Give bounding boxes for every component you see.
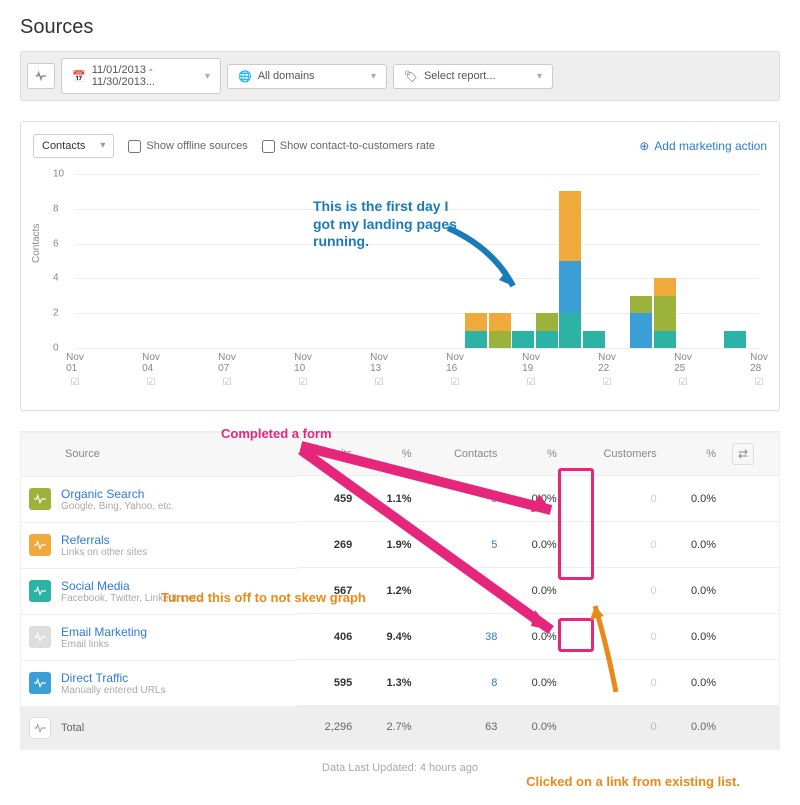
date-range-picker[interactable]: 📅 11/01/2013 - 11/30/2013... ▾ [61,58,221,94]
chevron-down-icon: ▾ [205,71,210,82]
globe-icon: 🌐 [238,70,252,83]
calendar-icon: 📅 [72,70,86,83]
x-axis: Nov01Nov04Nov07Nov10Nov13Nov16Nov19Nov22… [75,352,759,388]
chevron-down-icon: ▾ [371,71,376,82]
chart-panel: Contacts Show offline sources Show conta… [20,121,780,411]
page-title: Sources [20,16,780,39]
table-row[interactable]: ReferralsLinks on other sites2691.9%50.0… [21,522,779,568]
table-row[interactable]: Organic SearchGoogle, Bing, Yahoo, etc.4… [21,476,779,522]
annotation-blue: This is the first day I got my landing p… [313,198,463,251]
highlight-box-1 [558,468,594,580]
annotation-skew: Turned this off to not skew graph [161,590,366,605]
show-c2c-checkbox[interactable]: Show contact-to-customers rate [262,140,435,153]
total-row: Total2,2962.7%630.0%00.0% [21,706,779,749]
table-row[interactable]: Email MarketingEmail links4069.4%380.0%0… [21,614,779,660]
add-marketing-action[interactable]: ⊕ Add marketing action [639,139,767,153]
source-name[interactable]: Organic Search [61,487,174,501]
source-name[interactable]: Email Marketing [61,625,147,639]
annotation-form: Completed a form [221,426,332,441]
chevron-down-icon: ▾ [537,71,542,82]
table-row[interactable]: Social MediaFacebook, Twitter, LinkedIn,… [21,568,779,614]
show-offline-checkbox[interactable]: Show offline sources [128,140,247,153]
metric-select[interactable]: Contacts [33,134,114,158]
source-name[interactable]: Direct Traffic [61,671,166,685]
plus-icon: ⊕ [639,139,649,153]
domain-picker[interactable]: 🌐 All domains ▾ [227,64,387,89]
filter-toolbar: 📅 11/01/2013 - 11/30/2013... ▾ 🌐 All dom… [20,51,780,101]
table-row[interactable]: Direct TrafficManually entered URLs5951.… [21,660,779,706]
tag-icon: 🏷 [404,70,418,83]
table-settings-button[interactable]: ⇄ [732,443,754,465]
report-picker[interactable]: 🏷 Select report... ▾ [393,64,553,89]
report-label: Select report... [424,70,496,82]
sources-table: Completed a form SourceVisits%Contacts%C… [20,431,780,750]
source-name[interactable]: Referrals [61,533,147,547]
annotation-clicked-link: Clicked on a link from existing list. [20,774,740,789]
domain-label: All domains [258,70,315,82]
date-range-label: 11/01/2013 - 11/30/2013... [92,64,199,88]
pulse-icon[interactable] [27,63,55,89]
y-axis-label: Contacts [31,224,42,263]
highlight-box-2 [558,618,594,652]
contacts-chart: Contacts 0246810 Nov01Nov04Nov07Nov10Nov… [33,168,767,398]
